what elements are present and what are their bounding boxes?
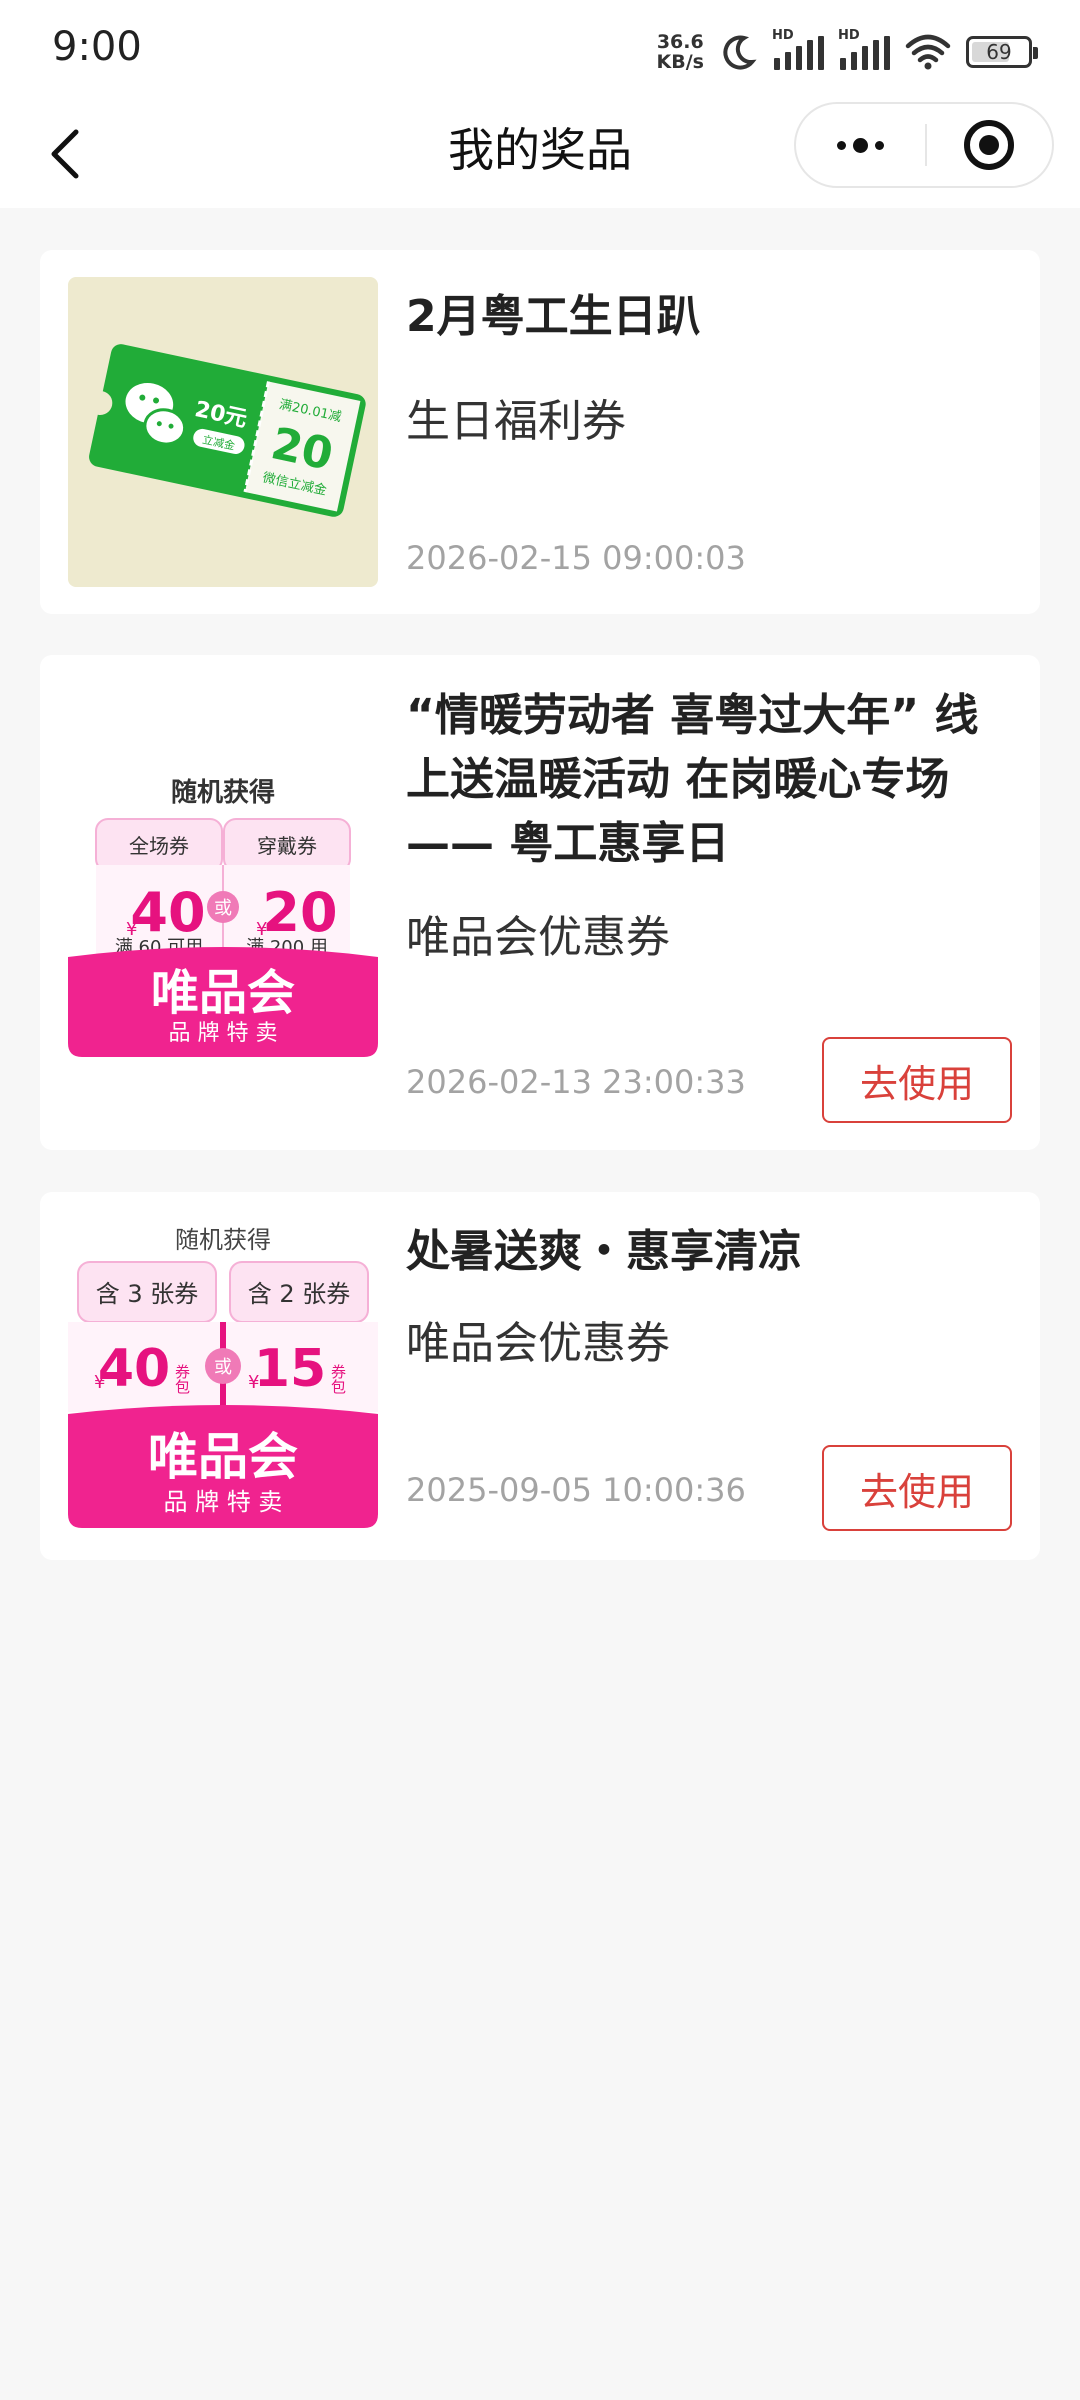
coupon-header: 随机获得 <box>175 1226 271 1254</box>
coupon-slogan: 品 牌 特 卖 <box>169 1021 278 1046</box>
prize-title: 处暑送爽・惠享清凉 <box>406 1226 802 1277</box>
status-bar: 9:00 36.6 KB/s HD HD 69 <box>0 0 1080 100</box>
prize-subtitle: 唯品会优惠券 <box>406 1318 670 1369</box>
nav-bar: 我的奖品 <box>0 100 1080 208</box>
network-speed: 36.6 KB/s <box>657 32 704 72</box>
signal-2-tag: HD <box>838 28 860 43</box>
coupon-pack-label: 券包 <box>329 1364 347 1394</box>
prize-title: “情暖劳动者 喜粤过大年” 线上送温暖活动 在岗暖心专场 —— 粤工惠享日 <box>406 690 979 869</box>
status-time: 9:00 <box>52 24 142 70</box>
coupon-slogan: 品 牌 特 卖 <box>164 1488 283 1516</box>
coupon-tab-right: 含 2 张券 <box>248 1280 351 1308</box>
coupon-value-right: 20 <box>262 881 337 944</box>
coupon-value-left: 40 <box>130 881 205 944</box>
network-speed-value: 36.6 <box>656 31 704 53</box>
more-dot-icon <box>875 140 884 150</box>
more-dot-icon <box>853 137 868 153</box>
coupon-or: 或 <box>214 1357 232 1378</box>
prize-time: 2026-02-13 23:00:33 <box>406 1063 746 1101</box>
vip-coupon-pack-image: 随机获得 含 3 张券 含 2 张券 ¥ 40 券包 ¥ 15 券包 或 唯品会… <box>68 1218 378 1528</box>
close-mini-program-button[interactable] <box>927 104 1052 186</box>
coupon-value-left: 40 <box>98 1339 170 1399</box>
more-dot-icon <box>837 140 846 150</box>
coupon-or: 或 <box>214 898 232 919</box>
use-coupon-button[interactable]: 去使用 <box>822 1445 1012 1531</box>
more-button[interactable] <box>796 104 925 186</box>
vip-coupon-image: 随机获得 全场券 穿戴券 ¥ 40 ¥ 20 或 满 60 可用 满 200 用… <box>68 747 378 1057</box>
battery-level: 69 <box>986 40 1012 64</box>
cellular-signal-1-icon: HD <box>772 28 824 70</box>
coupon-tab-left: 全场券 <box>129 834 189 858</box>
vip-coupon-pack-illustration: 随机获得 含 3 张券 含 2 张券 ¥ 40 券包 ¥ 15 券包 或 唯品会… <box>68 1218 378 1528</box>
prize-subtitle: 唯品会优惠券 <box>406 912 670 963</box>
use-coupon-button[interactable]: 去使用 <box>822 1037 1012 1123</box>
coupon-tab-left: 含 3 张券 <box>96 1280 199 1308</box>
network-speed-unit: KB/s <box>656 51 704 73</box>
cellular-signal-2-icon: HD <box>838 28 890 70</box>
status-icons: 36.6 KB/s HD HD 69 <box>657 28 1038 76</box>
prize-subtitle: 生日福利券 <box>406 396 626 447</box>
prize-card[interactable]: 随机获得 含 3 张券 含 2 张券 ¥ 40 券包 ¥ 15 券包 或 唯品会… <box>40 1192 1040 1560</box>
mini-program-capsule <box>794 102 1054 188</box>
prize-card[interactable]: 20元 立减金 满20.01减 20 微信立减金 2月粤工生日趴 生日福利券 2… <box>40 250 1040 614</box>
signal-1-tag: HD <box>772 28 794 43</box>
wifi-icon <box>905 34 951 70</box>
coupon-pack-label: 券包 <box>173 1364 191 1394</box>
target-icon <box>964 120 1015 170</box>
coupon-header: 随机获得 <box>171 777 275 808</box>
coupon-value-right: 15 <box>254 1339 326 1399</box>
wechat-voucher-image: 20元 立减金 满20.01减 20 微信立减金 <box>68 277 378 587</box>
prize-title: 2月粤工生日趴 <box>406 291 701 342</box>
coupon-brand: 唯品会 <box>151 965 295 1021</box>
prize-card[interactable]: 随机获得 全场券 穿戴券 ¥ 40 ¥ 20 或 满 60 可用 满 200 用… <box>40 655 1040 1150</box>
prize-time: 2026-02-15 09:00:03 <box>406 539 746 577</box>
coupon-brand: 唯品会 <box>148 1428 298 1486</box>
moon-icon <box>723 35 757 70</box>
vip-coupon-illustration: 随机获得 全场券 穿戴券 ¥ 40 ¥ 20 或 满 60 可用 满 200 用… <box>68 747 378 1057</box>
prize-time: 2025-09-05 10:00:36 <box>406 1471 746 1509</box>
wechat-voucher-illustration: 20元 立减金 满20.01减 20 微信立减金 <box>88 344 366 517</box>
coupon-tab-right: 穿戴券 <box>257 834 317 858</box>
battery-icon: 69 <box>966 36 1038 68</box>
